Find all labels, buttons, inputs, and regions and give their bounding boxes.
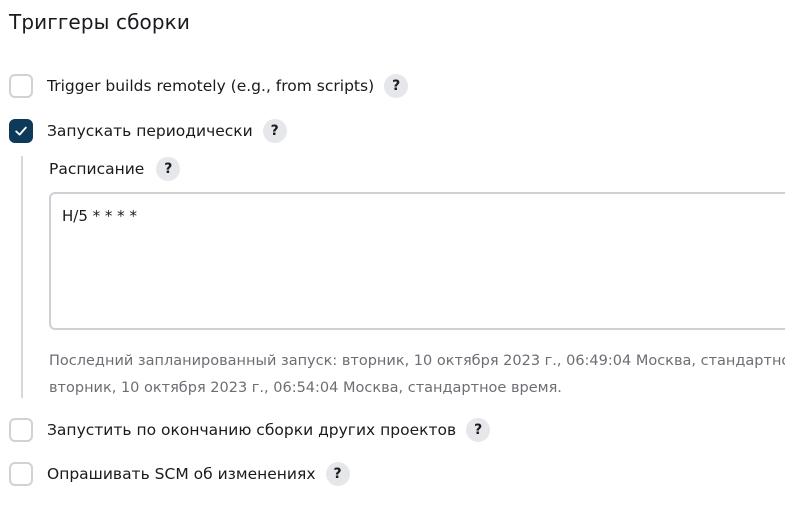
help-icon[interactable]: ?: [466, 418, 491, 442]
section-title: Триггеры сборки: [9, 10, 190, 34]
trigger-periodic-row: Запускать периодически ?: [9, 117, 287, 145]
trigger-remote-label[interactable]: Trigger builds remotely (e.g., from scri…: [47, 77, 374, 95]
trigger-remote-checkbox[interactable]: [9, 74, 33, 98]
help-icon[interactable]: ?: [325, 462, 350, 486]
schedule-hint-line-2: вторник, 10 октября 2023 г., 06:54:04 Мо…: [49, 380, 562, 396]
trigger-remote-row: Trigger builds remotely (e.g., from scri…: [9, 72, 409, 100]
trigger-after-other-projects-checkbox[interactable]: [9, 418, 33, 442]
schedule-hint: Последний запланированный запуск: вторни…: [49, 348, 785, 402]
schedule-label: Расписание: [49, 160, 145, 178]
check-icon: [15, 126, 27, 136]
trigger-poll-scm-row: Опрашивать SCM об изменениях ?: [9, 460, 350, 488]
help-icon[interactable]: ?: [262, 119, 287, 143]
schedule-label-row: Расписание ?: [49, 155, 181, 183]
nested-section-divider: [21, 156, 23, 398]
trigger-after-other-projects-row: Запустить по окончанию сборки других про…: [9, 416, 491, 444]
trigger-poll-scm-checkbox[interactable]: [9, 462, 33, 486]
schedule-hint-line-1: Последний запланированный запуск: вторни…: [49, 353, 785, 369]
trigger-after-other-projects-label[interactable]: Запустить по окончанию сборки других про…: [47, 421, 456, 439]
trigger-periodic-checkbox[interactable]: [9, 119, 33, 143]
build-triggers-section: Триггеры сборки Trigger builds remotely …: [0, 0, 785, 511]
trigger-periodic-label[interactable]: Запускать периодически: [47, 122, 253, 140]
schedule-textarea[interactable]: H/5 * * * *: [49, 192, 785, 330]
help-icon[interactable]: ?: [384, 74, 409, 98]
trigger-poll-scm-label[interactable]: Опрашивать SCM об изменениях: [47, 465, 316, 483]
help-icon[interactable]: ?: [156, 157, 181, 181]
